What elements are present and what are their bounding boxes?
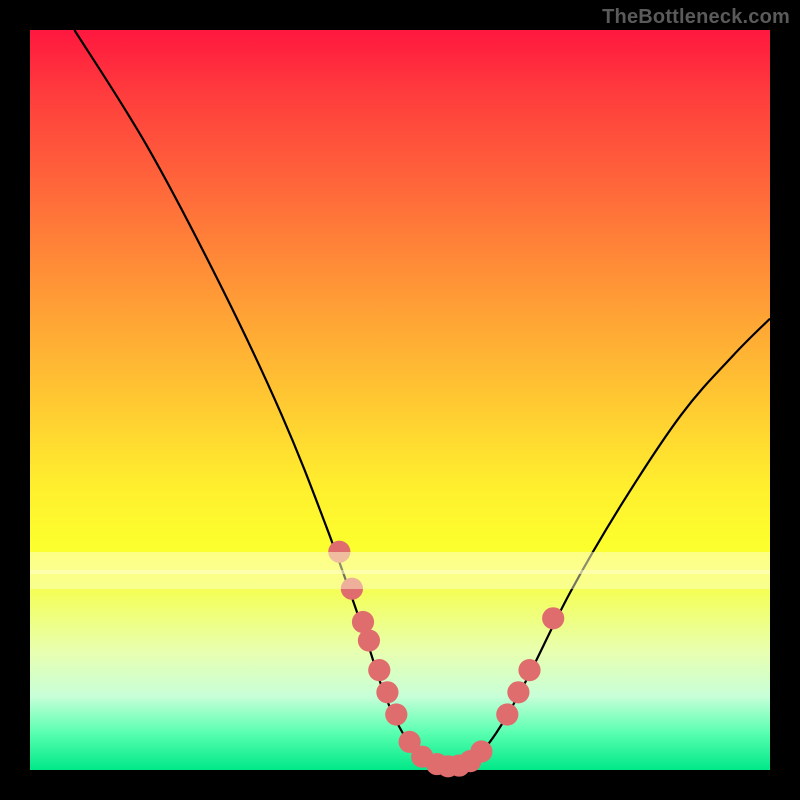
data-marker xyxy=(496,703,518,725)
chart-frame: TheBottleneck.com xyxy=(0,0,800,800)
curve-left-branch xyxy=(74,30,451,767)
data-marker xyxy=(385,703,407,725)
haze-band xyxy=(30,570,770,589)
data-marker xyxy=(507,681,529,703)
data-marker xyxy=(368,659,390,681)
data-marker xyxy=(542,607,564,629)
data-marker xyxy=(518,659,540,681)
watermark-text: TheBottleneck.com xyxy=(602,6,790,29)
curve-layer xyxy=(30,30,770,770)
curve-right-branch xyxy=(452,319,770,767)
data-marker xyxy=(358,629,380,651)
data-marker xyxy=(376,681,398,703)
data-marker xyxy=(470,740,492,762)
plot-area xyxy=(30,30,770,770)
